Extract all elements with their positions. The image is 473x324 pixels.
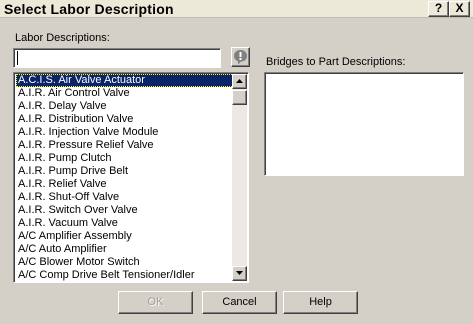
help-button[interactable]: Help — [283, 291, 358, 314]
list-item[interactable]: A.I.R. Relief Valve — [16, 178, 234, 191]
alert-button[interactable] — [231, 47, 250, 67]
cancel-button[interactable]: Cancel — [202, 291, 277, 314]
list-item[interactable]: A.I.R. Pump Clutch — [16, 152, 234, 165]
list-item[interactable]: A.I.R. Delay Valve — [16, 100, 234, 113]
list-item[interactable]: A.I.R. Air Control Valve — [16, 87, 234, 100]
scroll-down-arrow-icon — [236, 271, 243, 275]
list-item[interactable]: A.C.I.S. Air Valve Actuator — [16, 74, 234, 87]
scroll-up-button[interactable] — [232, 74, 247, 89]
labor-search-input[interactable] — [13, 48, 221, 68]
list-item[interactable]: A.I.R. Distribution Valve — [16, 113, 234, 126]
labor-descriptions-list[interactable]: A.C.I.S. Air Valve Actuator A.I.R. Air Co… — [13, 72, 249, 283]
list-item[interactable]: A.I.R. Vacuum Valve — [16, 217, 234, 230]
window-title: Select Labor Description — [4, 1, 174, 17]
scroll-thumb[interactable] — [232, 90, 247, 105]
bridges-list[interactable] — [264, 72, 464, 176]
scroll-up-arrow-icon — [236, 79, 243, 83]
list-item[interactable]: A.I.R. Pump Drive Belt — [16, 165, 234, 178]
list-item[interactable]: A/C Comp Drive Belt Tensioner/Idler — [16, 269, 234, 282]
close-button[interactable]: X — [449, 1, 470, 17]
text-cursor — [17, 51, 18, 65]
list-item[interactable]: A/C Auto Amplifier — [16, 243, 234, 256]
help-title-button[interactable]: ? — [428, 1, 449, 17]
scroll-down-button[interactable] — [232, 266, 247, 281]
labor-list-items: A.C.I.S. Air Valve Actuator A.I.R. Air Co… — [16, 74, 234, 282]
list-item[interactable]: A.I.R. Injection Valve Module — [16, 126, 234, 139]
ok-button[interactable]: OK — [118, 291, 193, 314]
list-item[interactable]: A/C Amplifier Assembly — [16, 230, 234, 243]
list-item[interactable]: A.I.R. Shut-Off Valve — [16, 191, 234, 204]
list-scrollbar[interactable] — [232, 74, 247, 281]
bridges-label: Bridges to Part Descriptions: — [266, 56, 406, 68]
title-bar: Select Labor Description ? X — [0, 0, 473, 18]
labor-descriptions-label: Labor Descriptions: — [15, 32, 110, 44]
alert-icon — [234, 50, 247, 65]
list-item[interactable]: A.I.R. Pressure Relief Valve — [16, 139, 234, 152]
list-item[interactable]: A.I.R. Switch Over Valve — [16, 204, 234, 217]
list-item[interactable]: A/C Blower Motor Switch — [16, 256, 234, 269]
